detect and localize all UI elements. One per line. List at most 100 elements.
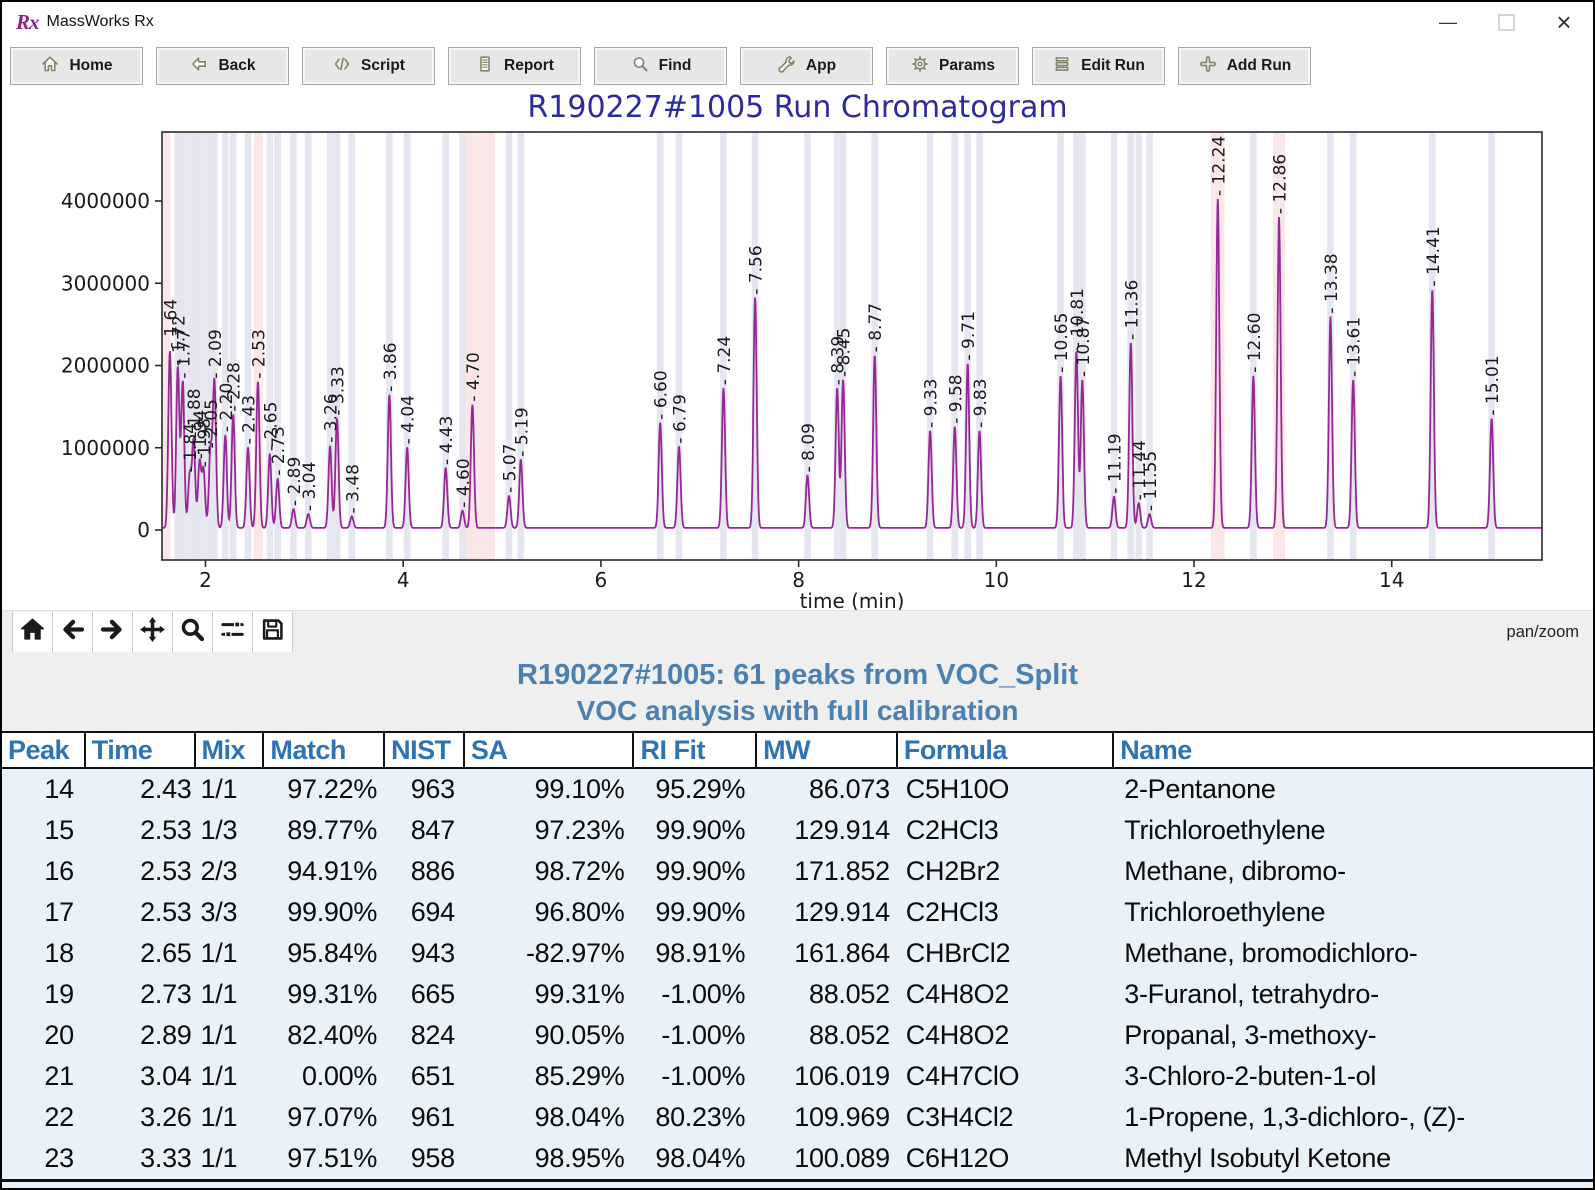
save-icon [259, 616, 286, 648]
cell-sa: 99.10% [465, 774, 635, 805]
cell-match: 82.40% [264, 1020, 385, 1051]
table-row[interactable]: 152.531/389.77%84797.23%99.90%129.914C2H… [2, 810, 1593, 851]
cell-sa: 85.29% [465, 1061, 635, 1092]
toolbar-button-label: Home [69, 57, 112, 75]
column-header-name[interactable]: Name [1114, 733, 1593, 767]
column-header-mix[interactable]: Mix [196, 733, 265, 767]
cell-mix: 1/1 [196, 1061, 265, 1092]
table-row[interactable]: 162.532/394.91%88698.72%99.90%171.852CH2… [2, 851, 1593, 892]
back-arrow-icon [59, 616, 86, 648]
peak-table: 142.431/197.22%96399.10%95.29%86.073C5H1… [2, 769, 1593, 1179]
toolbar-button-params[interactable]: Params [886, 47, 1019, 85]
cell-nist: 961 [385, 1102, 465, 1133]
wrench-icon [777, 54, 797, 79]
cell-nist: 963 [385, 774, 465, 805]
cell-name: Methyl Isobutyl Ketone [1114, 1143, 1593, 1174]
peak-label: - 9.33 [922, 379, 942, 428]
cell-match: 94.91% [264, 856, 385, 887]
toolbar-button-script[interactable]: Script [302, 47, 435, 85]
column-header-ri-fit[interactable]: RI Fit [634, 733, 757, 767]
cell-nist: 824 [385, 1020, 465, 1051]
toolbar-button-app[interactable]: App [740, 47, 873, 85]
cell-time: 2.53 [86, 897, 196, 928]
cell-ri-fit: -1.00% [634, 979, 757, 1010]
toolbar-button-add-run[interactable]: Add Run [1178, 47, 1311, 85]
results-title: R190227#1005: 61 peaks from VOC_Split [2, 653, 1593, 693]
plus-icon [1198, 54, 1218, 79]
cell-formula: C4H8O2 [898, 1020, 1114, 1051]
minimize-button[interactable]: — [1419, 2, 1477, 42]
column-header-nist[interactable]: NIST [385, 733, 465, 767]
cell-mw: 106.019 [757, 1061, 898, 1092]
table-row[interactable]: 202.891/182.40%82490.05%-1.00%88.052C4H8… [2, 1015, 1593, 1056]
toolbar-button-home[interactable]: Home [10, 47, 143, 85]
table-row[interactable]: 172.533/399.90%69496.80%99.90%129.914C2H… [2, 892, 1593, 933]
table-row[interactable]: 142.431/197.22%96399.10%95.29%86.073C5H1… [2, 769, 1593, 810]
cell-mw: 161.864 [757, 938, 898, 969]
cell-formula: C4H8O2 [898, 979, 1114, 1010]
cell-formula: C4H7ClO [898, 1061, 1114, 1092]
table-row[interactable]: 182.651/195.84%943-82.97%98.91%161.864CH… [2, 933, 1593, 974]
close-button[interactable]: × [1535, 2, 1593, 42]
toolbar-button-edit-run[interactable]: Edit Run [1032, 47, 1165, 85]
peak-label: - 3.48 [343, 464, 363, 513]
chart-title: R190227#1005 Run Chromatogram [2, 90, 1593, 130]
cell-nist: 694 [385, 897, 465, 928]
cell-formula: CH2Br2 [898, 856, 1114, 887]
table-row[interactable]: 233.331/197.51%95898.95%98.04%100.089C6H… [2, 1138, 1593, 1179]
nav-forward-arrow-button[interactable] [93, 612, 133, 652]
chromatogram-chart[interactable]: - 1.64- 1.72- 1.77- 1.84- 1.88- 1.94- 1.… [2, 130, 1595, 610]
peak-label: - 6.79 [671, 394, 691, 443]
cell-formula: C2HCl3 [898, 897, 1114, 928]
nav-zoom-button[interactable] [173, 612, 213, 652]
column-header-match[interactable]: Match [264, 733, 385, 767]
toolbar-button-back[interactable]: Back [156, 47, 289, 85]
app-window: Rx MassWorks Rx — × Home Back Script Report… [0, 0, 1595, 1190]
toolbar-button-find[interactable]: Find [594, 47, 727, 85]
column-header-sa[interactable]: SA [465, 733, 635, 767]
cell-match: 99.31% [264, 979, 385, 1010]
cell-name: Trichloroethylene [1114, 815, 1593, 846]
nav-save-button[interactable] [253, 612, 293, 652]
table-row[interactable]: 223.261/197.07%96198.04%80.23%109.969C3H… [2, 1097, 1593, 1138]
svg-text:4000000: 4000000 [61, 189, 150, 213]
cell-ri-fit: 80.23% [634, 1102, 757, 1133]
svg-text:3000000: 3000000 [61, 271, 150, 295]
code-icon [332, 54, 352, 79]
table-row[interactable]: 192.731/199.31%66599.31%-1.00%88.052C4H8… [2, 974, 1593, 1015]
cell-time: 2.73 [86, 979, 196, 1010]
cell-match: 89.77% [264, 815, 385, 846]
cell-sa: 97.23% [465, 815, 635, 846]
peak-label: - 9.58 [946, 374, 966, 423]
cell-sa: 98.72% [465, 856, 635, 887]
column-header-time[interactable]: Time [86, 733, 196, 767]
cell-formula: C6H12O [898, 1143, 1114, 1174]
column-header-peak[interactable]: Peak [2, 733, 86, 767]
nav-back-arrow-button[interactable] [53, 612, 93, 652]
toolbar-button-label: Add Run [1227, 57, 1292, 75]
nav-sliders-button[interactable] [213, 612, 253, 652]
cell-match: 0.00% [264, 1061, 385, 1092]
toolbar-button-label: Script [361, 57, 405, 75]
svg-text:12: 12 [1181, 568, 1206, 592]
maximize-button[interactable] [1477, 2, 1535, 42]
toolbar-button-label: Find [659, 57, 692, 75]
cell-name: Methane, dibromo- [1114, 856, 1593, 887]
column-header-formula[interactable]: Formula [898, 733, 1114, 767]
cell-match: 95.84% [264, 938, 385, 969]
maximize-icon [1498, 14, 1515, 31]
results-subtitle: VOC analysis with full calibration [2, 693, 1593, 729]
peak-label: - 10.87 [1074, 317, 1094, 377]
nav-home-button[interactable] [12, 612, 53, 652]
peak-label: - 2.53 [249, 329, 269, 378]
nav-move-button[interactable] [133, 612, 173, 652]
column-header-mw[interactable]: MW [757, 733, 898, 767]
list-icon [1052, 54, 1072, 79]
toolbar-button-report[interactable]: Report [448, 47, 581, 85]
table-row[interactable]: 213.041/10.00%65185.29%-1.00%106.019C4H7… [2, 1056, 1593, 1097]
cell-peak: 16 [2, 856, 86, 887]
title-bar: Rx MassWorks Rx — × [2, 2, 1593, 42]
plot-nav-toolbar: pan/zoom [2, 610, 1593, 653]
cell-mw: 88.052 [757, 1020, 898, 1051]
cell-peak: 23 [2, 1143, 86, 1174]
